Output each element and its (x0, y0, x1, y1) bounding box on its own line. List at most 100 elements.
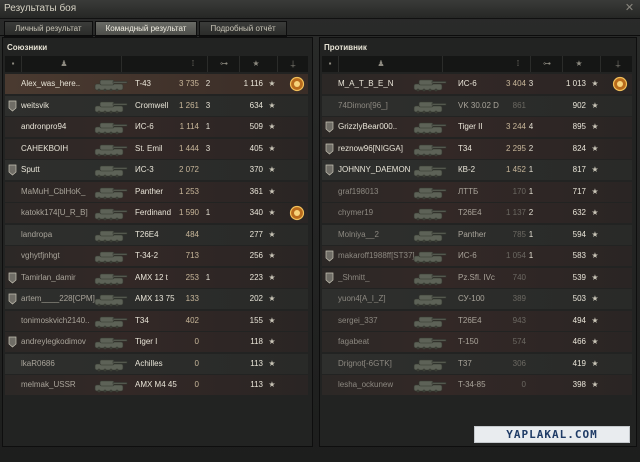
player-row[interactable]: GrizzlyBear000.. Tiger II 3 244 4 895 ★ (322, 117, 632, 137)
player-row[interactable]: 74Dimon[96_] VK 30.02 D 861 902 ★ (322, 95, 632, 116)
player-row[interactable]: vghytfjnhgt T-34-2 713 256 ★ (5, 246, 308, 266)
player-row[interactable]: andreylegkodimov Tiger I 0 118 ★ (5, 332, 308, 352)
damage-value: 1 444 (178, 143, 199, 153)
player-row[interactable]: melmak_USSR AMX M4 45 0 113 ★ (5, 375, 308, 395)
experience-column-icon[interactable]: ★ (249, 58, 263, 70)
player-row[interactable]: JOHNNY_DAEMON КВ-2 1 452 1 817 ★ (322, 160, 632, 180)
medal-icon[interactable] (612, 76, 628, 92)
close-icon[interactable]: ✕ (623, 2, 636, 15)
player-row[interactable]: artem____228[CPM] AMX 13 75 133 202 ★ (5, 289, 308, 309)
player-row[interactable]: andronpro94 ИС-6 1 114 1 509 ★ (5, 117, 308, 137)
kills-value (203, 246, 213, 266)
kills-value (526, 332, 536, 352)
player-row[interactable]: Sputt ИС-3 2 072 370 ★ (5, 160, 308, 180)
star-icon: ★ (268, 100, 276, 110)
damage-value: 253 (185, 272, 199, 282)
experience-value: 118 (250, 337, 263, 346)
player-row[interactable]: landropa T26E4 484 277 ★ (5, 224, 308, 245)
damage-value: 0 (194, 358, 199, 368)
experience-value: 223 (249, 272, 263, 282)
player-row[interactable]: reznow96[NIGGA] T34 2 295 2 824 ★ (322, 138, 632, 159)
damage-column-icon[interactable]: ⁞ (187, 58, 199, 70)
player-row[interactable]: M_A_T_B_E_N ИС-6 3 404 3 1 013 ★ (322, 74, 632, 94)
experience-column-icon[interactable]: ★ (572, 58, 586, 70)
player-column-icon[interactable]: ♟ (57, 58, 71, 70)
player-row[interactable]: yuon4[A_I_Z] СУ-100 389 503 ★ (322, 289, 632, 309)
experience-value: 361 (249, 186, 263, 196)
kills-value (526, 289, 536, 309)
kills-value (526, 375, 536, 395)
player-row[interactable]: Molniya__2 Panther 785 1 594 ★ (322, 224, 632, 245)
kills-column-icon[interactable]: ⊶ (213, 58, 235, 70)
kills-value (526, 354, 536, 374)
medal-icon[interactable] (289, 76, 305, 92)
experience-value: 509 (249, 122, 263, 131)
experience-value: 1 013 (565, 79, 586, 88)
kills-value (526, 96, 536, 116)
kills-value: 1 (528, 229, 534, 239)
player-row[interactable]: makaroff1988ff[ST37] ИС-6 1 054 1 583 ★ (322, 246, 632, 266)
star-icon: ★ (268, 143, 276, 153)
tank-icon (89, 376, 129, 394)
star-icon: ★ (591, 229, 599, 239)
player-row[interactable]: Tamirlan_damir AMX 12 t 253 1 223 ★ (5, 267, 308, 288)
achievements-column-icon[interactable]: ⍊ (612, 58, 624, 70)
medal-icon[interactable] (289, 205, 305, 221)
tank-icon (89, 140, 129, 158)
kills-column-icon[interactable]: ⊶ (536, 58, 558, 70)
damage-value: 574 (512, 337, 526, 346)
squad-badge-icon (8, 293, 17, 305)
star-icon: ★ (268, 79, 276, 88)
squad-badge-icon (325, 272, 334, 284)
tank-icon (89, 226, 129, 244)
kills-value (203, 160, 213, 180)
player-row[interactable]: CAHEKBOIH St. Emil 1 444 3 405 ★ (5, 138, 308, 159)
star-icon: ★ (268, 294, 276, 303)
allies-title: Союзники (7, 43, 48, 52)
player-row[interactable]: weitsvik Cromwell 1 261 3 634 ★ (5, 95, 308, 116)
player-row[interactable]: katokk174[U_R_B] Ferdinand 1 590 1 340 ★ (5, 203, 308, 223)
experience-value: 503 (572, 294, 586, 303)
tank-icon (89, 333, 129, 351)
squad-column-icon[interactable]: ▪ (324, 58, 336, 70)
player-row[interactable]: tonimoskvich2140.. T34 402 155 ★ (5, 310, 308, 331)
experience-value: 539 (572, 272, 586, 282)
player-column-icon[interactable]: ♟ (374, 58, 388, 70)
squad-column-icon[interactable]: ▪ (7, 58, 19, 70)
enemies-list: M_A_T_B_E_N ИС-6 3 404 3 1 013 ★ 74Dimon[96_] V… (322, 74, 632, 397)
star-icon: ★ (591, 143, 599, 153)
experience-value: 419 (572, 358, 586, 368)
tab-divider (0, 35, 640, 36)
tank-icon (408, 312, 448, 330)
experience-value: 902 (572, 100, 586, 110)
damage-value: 3 244 (505, 122, 526, 131)
tank-icon (89, 97, 129, 115)
player-row[interactable]: sergei_337 T26E4 943 494 ★ (322, 310, 632, 331)
enemies-title: Противник (324, 43, 367, 52)
player-row[interactable]: MaMuH_CblHoK_ Panther 1 253 361 ★ (5, 181, 308, 202)
player-row[interactable]: _Shmitt_ Pz.Sfl. IVc 740 539 ★ (322, 267, 632, 288)
allies-column-header: ▪ ♟ ⁞ ⊶ ★ ⍊ (5, 56, 308, 72)
header-separator (442, 56, 443, 72)
player-row[interactable]: lkaR0686 Achilles 0 113 ★ (5, 353, 308, 374)
squad-badge-icon (8, 164, 17, 176)
player-row[interactable]: chymer19 T26E4 1 137 2 632 ★ (322, 203, 632, 223)
header-separator (600, 56, 601, 72)
star-icon: ★ (591, 208, 599, 217)
kills-value: 3 (528, 79, 534, 88)
player-row[interactable]: Alex_was_here.. T-43 3 735 2 1 116 ★ (5, 74, 308, 94)
damage-value: 861 (512, 100, 526, 110)
player-row[interactable]: Drignot[-6GTK] T37 306 419 ★ (322, 353, 632, 374)
player-row[interactable]: fagabeat T-150 574 466 ★ (322, 332, 632, 352)
achievements-column-icon[interactable]: ⍊ (287, 58, 299, 70)
damage-column-icon[interactable]: ⁞ (512, 58, 524, 70)
star-icon: ★ (591, 272, 599, 282)
damage-value: 3 735 (178, 79, 199, 88)
player-row[interactable]: lesha_ockunew T-34-85 0 398 ★ (322, 375, 632, 395)
player-row[interactable]: graf198013 ЛТТБ 170 1 717 ★ (322, 181, 632, 202)
kills-value: 2 (528, 208, 534, 217)
kills-value: 1 (528, 251, 534, 260)
experience-value: 1 116 (243, 79, 263, 88)
experience-value: 155 (249, 315, 263, 325)
experience-value: 340 (249, 208, 263, 217)
